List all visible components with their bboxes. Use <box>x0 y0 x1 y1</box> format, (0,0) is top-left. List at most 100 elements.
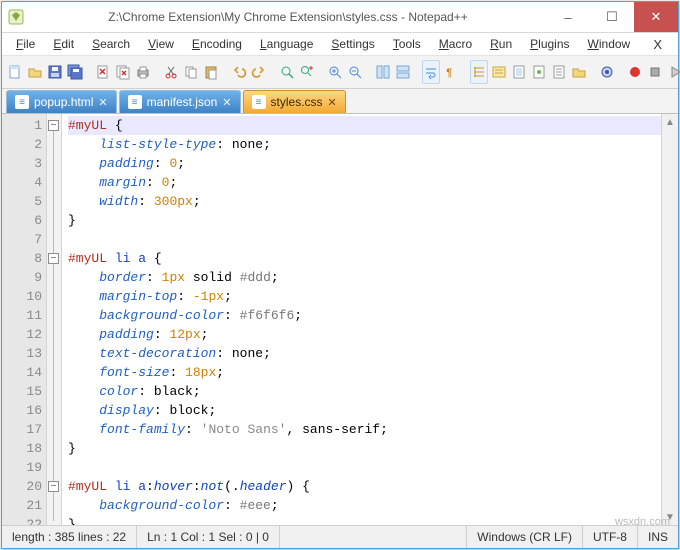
function-list-button[interactable] <box>550 60 568 84</box>
fold-toggle[interactable]: − <box>48 120 59 131</box>
undo-button[interactable] <box>230 60 248 84</box>
line-number: 11 <box>2 306 42 325</box>
menu-window[interactable]: Window <box>580 35 639 53</box>
save-all-button[interactable] <box>66 60 84 84</box>
tab-close-icon[interactable]: ✕ <box>328 96 337 109</box>
menu-file[interactable]: File <box>8 35 43 53</box>
sync-hscroll-button[interactable] <box>394 60 412 84</box>
status-position: Ln : 1 Col : 1 Sel : 0 | 0 <box>137 526 280 548</box>
tab-popup-html[interactable]: ≡ popup.html ✕ <box>6 90 117 113</box>
line-number: 21 <box>2 496 42 515</box>
stop-macro-button[interactable] <box>646 60 664 84</box>
zoom-out-button[interactable] <box>346 60 364 84</box>
tab-label: popup.html <box>34 95 93 109</box>
menu-macro[interactable]: Macro <box>431 35 480 53</box>
line-number: 8 <box>2 249 42 268</box>
status-length: length : 385 lines : 22 <box>2 526 137 548</box>
print-button[interactable] <box>134 60 152 84</box>
status-ins: INS <box>638 526 678 548</box>
user-lang-button[interactable] <box>490 60 508 84</box>
line-number: 18 <box>2 439 42 458</box>
word-wrap-button[interactable] <box>422 60 440 84</box>
close-all-button[interactable] <box>114 60 132 84</box>
menu-run[interactable]: Run <box>482 35 520 53</box>
line-number-gutter: 12345678910111213141516171819202122 <box>2 114 46 525</box>
line-number: 15 <box>2 382 42 401</box>
tab-close-icon[interactable]: ✕ <box>222 96 231 109</box>
toolbar: ¶ <box>2 56 678 89</box>
titlebar: Z:\Chrome Extension\My Chrome Extension\… <box>2 2 678 33</box>
folder-view-button[interactable] <box>570 60 588 84</box>
close-button[interactable]: ✕ <box>634 2 678 32</box>
line-number: 20 <box>2 477 42 496</box>
menu-tools[interactable]: Tools <box>385 35 429 53</box>
tab-close-icon[interactable]: ✕ <box>98 96 107 109</box>
file-icon: ≡ <box>15 95 29 109</box>
cut-button[interactable] <box>162 60 180 84</box>
line-number: 19 <box>2 458 42 477</box>
copy-button[interactable] <box>182 60 200 84</box>
paste-button[interactable] <box>202 60 220 84</box>
line-number: 5 <box>2 192 42 211</box>
new-file-button[interactable] <box>6 60 24 84</box>
replace-button[interactable] <box>298 60 316 84</box>
line-number: 12 <box>2 325 42 344</box>
show-all-chars-button[interactable]: ¶ <box>442 60 460 84</box>
menu-edit[interactable]: Edit <box>45 35 82 53</box>
line-number: 10 <box>2 287 42 306</box>
tab-manifest-json[interactable]: ≡ manifest.json ✕ <box>119 90 241 113</box>
fold-toggle[interactable]: − <box>48 253 59 264</box>
menu-view[interactable]: View <box>140 35 182 53</box>
tabbar: ≡popup.html✕≡manifest.json✕≡styles.css✕ <box>2 89 678 114</box>
scroll-up-icon[interactable]: ▲ <box>662 114 678 130</box>
code-editor[interactable]: #myUL { list-style-type: none; padding: … <box>62 114 661 525</box>
fold-toggle[interactable]: − <box>48 481 59 492</box>
tab-label: styles.css <box>271 95 323 109</box>
maximize-button[interactable]: ☐ <box>590 2 634 32</box>
line-number: 14 <box>2 363 42 382</box>
sync-vscroll-button[interactable] <box>374 60 392 84</box>
line-number: 2 <box>2 135 42 154</box>
menu-settings[interactable]: Settings <box>323 35 382 53</box>
line-number: 4 <box>2 173 42 192</box>
redo-button[interactable] <box>250 60 268 84</box>
app-icon <box>8 9 24 25</box>
menu-encoding[interactable]: Encoding <box>184 35 250 53</box>
save-button[interactable] <box>46 60 64 84</box>
vertical-scrollbar[interactable]: ▲ ▼ <box>661 114 678 525</box>
indent-guide-button[interactable] <box>470 60 488 84</box>
status-encoding: UTF-8 <box>583 526 638 548</box>
find-button[interactable] <box>278 60 296 84</box>
window-title: Z:\Chrome Extension\My Chrome Extension\… <box>30 10 546 24</box>
tab-styles-css[interactable]: ≡styles.css✕ <box>243 90 346 113</box>
status-eol: Windows (CR LF) <box>467 526 583 548</box>
doc-map-button[interactable] <box>510 60 528 84</box>
menu-extra[interactable]: X <box>643 35 672 54</box>
line-number: 16 <box>2 401 42 420</box>
line-number: 1 <box>2 116 42 135</box>
fold-gutter: − − − <box>46 114 62 525</box>
zoom-in-button[interactable] <box>326 60 344 84</box>
line-number: 7 <box>2 230 42 249</box>
minimize-button[interactable]: – <box>546 2 590 32</box>
open-file-button[interactable] <box>26 60 44 84</box>
monitor-button[interactable] <box>598 60 616 84</box>
menubar: FileEditSearchViewEncodingLanguageSettin… <box>2 33 678 56</box>
menu-language[interactable]: Language <box>252 35 321 53</box>
line-number: 17 <box>2 420 42 439</box>
line-number: 3 <box>2 154 42 173</box>
line-number: 13 <box>2 344 42 363</box>
doc-list-button[interactable] <box>530 60 548 84</box>
svg-text:¶: ¶ <box>446 68 453 80</box>
close-file-button[interactable] <box>94 60 112 84</box>
menu-plugins[interactable]: Plugins <box>522 35 577 53</box>
scroll-down-icon[interactable]: ▼ <box>662 509 678 525</box>
record-macro-button[interactable] <box>626 60 644 84</box>
line-number: 22 <box>2 515 42 525</box>
menu-search[interactable]: Search <box>84 35 138 53</box>
tab-label: manifest.json <box>147 95 218 109</box>
line-number: 9 <box>2 268 42 287</box>
file-icon: ≡ <box>128 95 142 109</box>
play-macro-button[interactable] <box>666 60 680 84</box>
line-number: 6 <box>2 211 42 230</box>
